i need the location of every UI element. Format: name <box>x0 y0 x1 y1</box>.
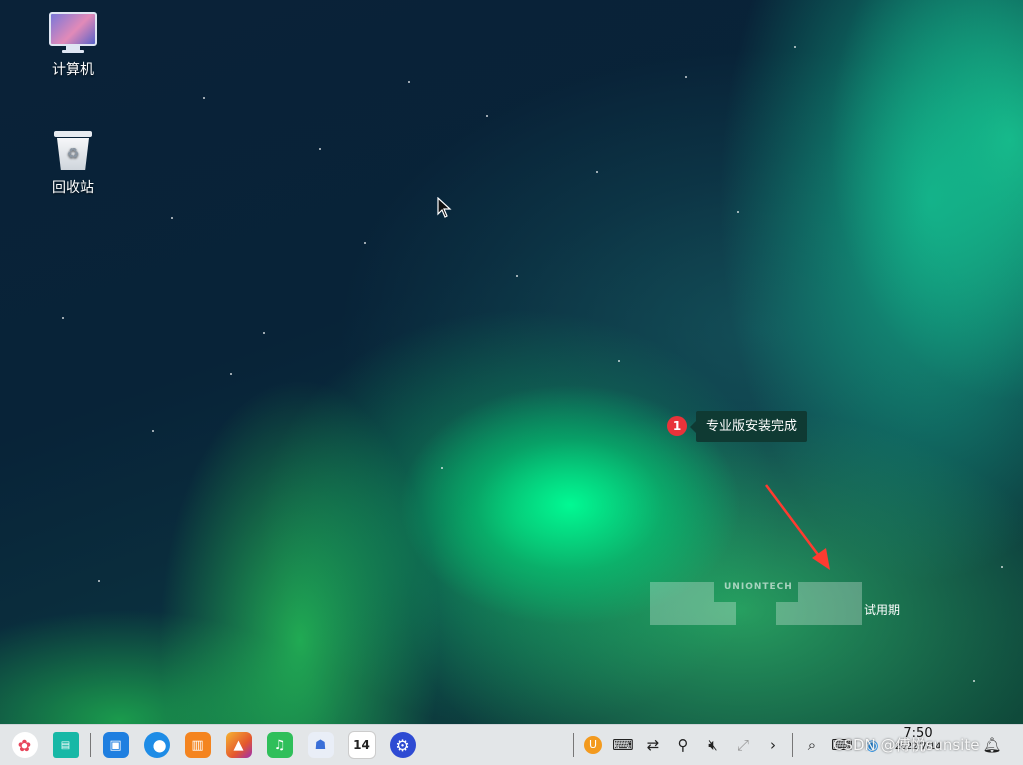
tray-network[interactable]: ⇄ <box>638 729 668 761</box>
taskbar-image-viewer[interactable]: ▲ <box>223 729 255 761</box>
tray-keyboard[interactable]: ⌨ <box>608 729 638 761</box>
usb-icon: ⚲ <box>677 736 689 754</box>
search-icon: ⌕ <box>807 736 817 754</box>
tray-expand[interactable]: › <box>758 729 788 761</box>
launcher-icon: ✿ <box>11 732 38 758</box>
desktop-icon-label: 回收站 <box>52 180 94 196</box>
desktop-wallpaper[interactable]: 计算机 ♻ 回收站 1 专业版安装完成 UNIONTECH 试用期 <box>0 0 1023 724</box>
notification-badge: 1 <box>667 416 687 436</box>
keyboard-icon: ⌨ <box>612 736 634 754</box>
notification-icon: 🔔︎ <box>982 736 1002 754</box>
image-viewer-icon: ▲ <box>225 732 252 758</box>
vpn-icon: ⤢ <box>736 736 749 754</box>
contacts-icon: ☗ <box>307 732 334 758</box>
tray-usb[interactable]: ⚲ <box>668 729 698 761</box>
mouse-cursor-icon <box>437 197 452 218</box>
browser-icon <box>143 732 170 758</box>
tray-search[interactable]: ⌕ <box>797 729 827 761</box>
taskbar-browser[interactable] <box>141 729 173 761</box>
taskbar-music[interactable]: ♫ <box>264 729 296 761</box>
tray-input-method[interactable]: U <box>578 729 608 761</box>
taskbar-calendar[interactable]: 14 <box>346 729 378 761</box>
taskbar-divider <box>573 733 574 757</box>
show-desktop-icon: ▤ <box>52 732 79 758</box>
csdn-watermark: CSDN @傅悦sunsite <box>833 736 980 754</box>
taskbar-show-desktop[interactable]: ▤ <box>50 729 82 761</box>
install-complete-tooltip: 专业版安装完成 <box>689 411 808 442</box>
settings-icon: ⚙ <box>389 732 416 758</box>
app-store-icon: ▣ <box>102 732 129 758</box>
music-icon: ♫ <box>266 732 293 758</box>
taskbar-contacts[interactable]: ☗ <box>305 729 337 761</box>
volume-muted-icon: 🔇︎ <box>708 736 718 754</box>
input-method-icon: U <box>584 736 602 754</box>
taskbar-divider <box>792 733 793 757</box>
expand-icon: › <box>770 736 776 754</box>
network-icon: ⇄ <box>646 736 660 754</box>
uniontech-watermark: UNIONTECH <box>650 580 865 626</box>
computer-icon <box>33 12 113 53</box>
tray-volume[interactable]: 🔇︎ <box>698 729 728 761</box>
file-manager-icon: ▥ <box>184 732 211 758</box>
watermark-brand: UNIONTECH <box>724 582 793 592</box>
desktop-icon-trash[interactable]: ♻ 回收站 <box>33 131 113 197</box>
tray-notification[interactable]: 🔔︎ <box>977 729 1007 761</box>
taskbar-launcher[interactable]: ✿ <box>9 729 41 761</box>
desktop-icon-label: 计算机 <box>52 62 94 78</box>
trial-period-label: 试用期 <box>864 603 901 617</box>
annotation-arrow-icon <box>764 484 830 570</box>
taskbar-file-manager[interactable]: ▥ <box>182 729 214 761</box>
taskbar-divider <box>90 733 91 757</box>
trash-icon: ♻ <box>54 131 92 171</box>
calendar-icon: 14 <box>347 731 376 759</box>
taskbar-app-store[interactable]: ▣ <box>100 729 132 761</box>
taskbar-settings[interactable]: ⚙ <box>387 729 419 761</box>
desktop-icon-computer[interactable]: 计算机 <box>33 12 113 79</box>
tray-vpn[interactable]: ⤢ <box>728 729 758 761</box>
